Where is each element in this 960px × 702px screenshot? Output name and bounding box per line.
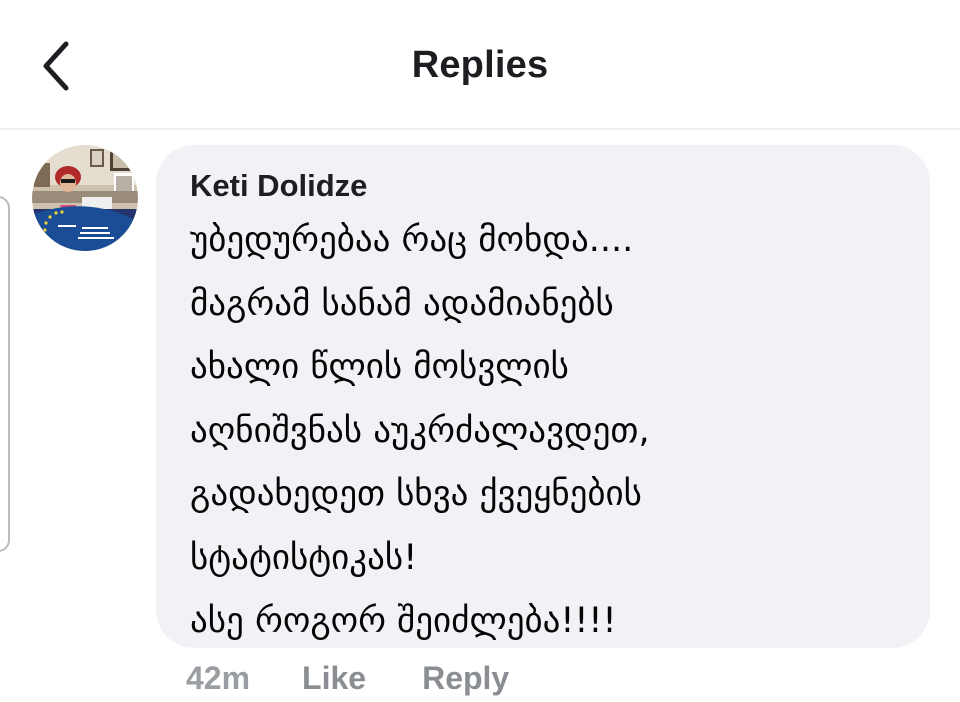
like-button[interactable]: Like bbox=[302, 660, 366, 697]
comment-actions: 42m Like Reply bbox=[186, 656, 565, 700]
comment-text-line: უბედურებაა რაც მოხდა.... bbox=[190, 220, 634, 260]
comment-bubble: Keti Dolidze უბედურებაა რაც მოხდა.... მა… bbox=[156, 145, 930, 648]
page-title: Replies bbox=[411, 44, 549, 86]
comment-text-line: აღნიშვნას აუკრძალავდეთ, bbox=[190, 410, 650, 451]
header-bar: Replies bbox=[0, 0, 960, 130]
comment-text-line: გადახედეთ სხვა ქვეყნების bbox=[190, 474, 642, 514]
avatar[interactable] bbox=[32, 145, 138, 251]
comment-text-line: მაგრამ სანამ ადამიანებს bbox=[190, 283, 614, 324]
comment-author[interactable]: Keti Dolidze bbox=[190, 167, 896, 205]
comment-text-line: სტატისტიკას! bbox=[190, 537, 418, 578]
avatar-photo bbox=[32, 145, 138, 251]
replies-screen: Replies Keti Dolidze უბედურებაა რაც მოხდ… bbox=[0, 0, 960, 702]
comment-text-line: ახალი წლის მოსვლის bbox=[190, 347, 569, 387]
reply-button[interactable]: Reply bbox=[422, 660, 509, 697]
comment-text-line: ასე როგორ შეიძლება!!!! bbox=[190, 601, 617, 641]
comment-timestamp[interactable]: 42m bbox=[186, 660, 250, 697]
partial-card-edge bbox=[0, 196, 10, 552]
